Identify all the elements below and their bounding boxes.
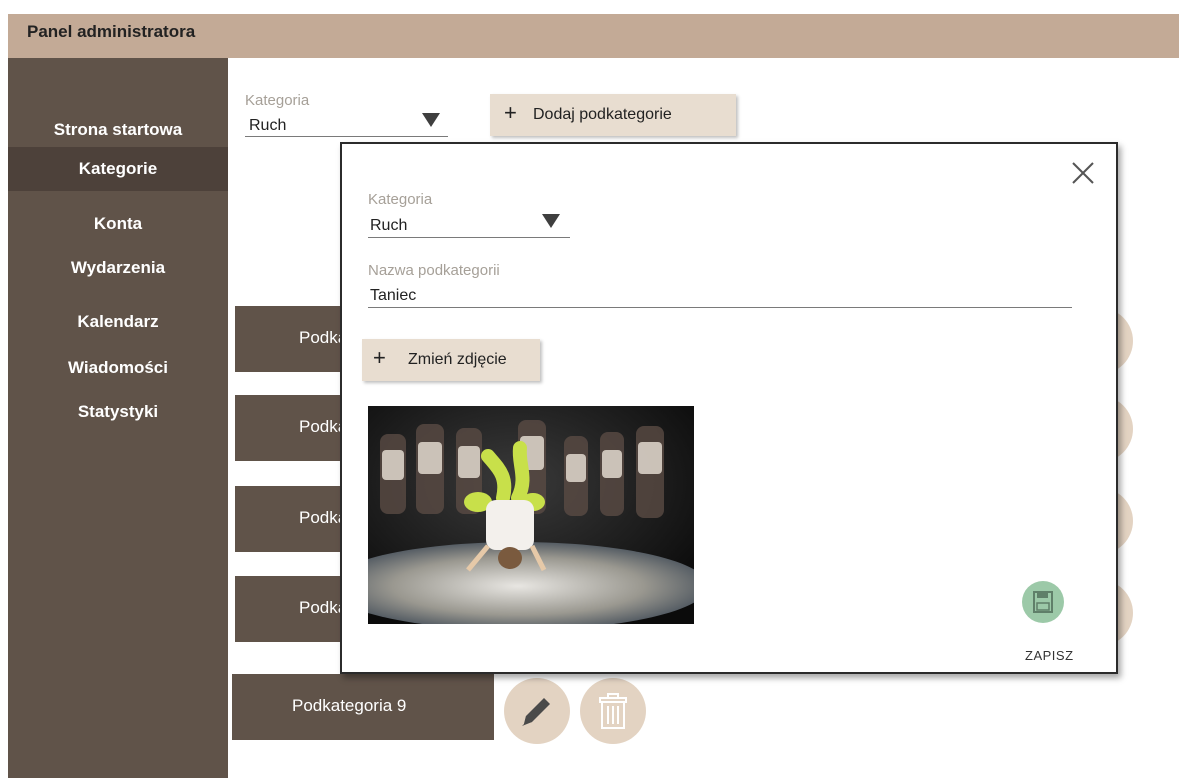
modal-category-value: Ruch	[370, 217, 408, 234]
category-filter-label: Kategoria	[245, 92, 310, 109]
category-filter-value: Ruch	[249, 117, 287, 134]
sidebar-item-messages[interactable]: Wiadomości	[8, 358, 228, 378]
change-photo-label: Zmień zdjęcie	[408, 351, 507, 368]
select-underline	[368, 237, 570, 238]
subcategory-row[interactable]: Podkategoria 9	[232, 674, 494, 740]
sidebar-item-events[interactable]: Wydarzenia	[8, 258, 228, 278]
add-subcategory-label: Dodaj podkategorie	[533, 106, 672, 123]
save-button[interactable]	[1022, 581, 1064, 623]
plus-icon: +	[373, 345, 386, 370]
subcategory-name-value: Taniec	[370, 287, 417, 304]
save-label: ZAPISZ	[1025, 648, 1074, 663]
sidebar-item-calendar[interactable]: Kalendarz	[8, 312, 228, 332]
edit-subcategory-modal: Kategoria Ruch Nazwa podkategorii Taniec…	[340, 142, 1118, 674]
sidebar-item-home[interactable]: Strona startowa	[8, 120, 228, 140]
select-underline	[245, 136, 448, 137]
delete-button[interactable]	[580, 678, 646, 744]
subcategory-name-label: Nazwa podkategorii	[368, 262, 500, 279]
sidebar-item-accounts[interactable]: Konta	[8, 214, 228, 234]
page-title: Panel administratora	[27, 22, 196, 41]
close-icon[interactable]	[1068, 158, 1098, 188]
floppy-disk-icon	[1033, 591, 1053, 613]
trash-icon	[599, 693, 627, 729]
chevron-down-icon	[422, 113, 440, 127]
chevron-down-icon	[542, 214, 560, 228]
change-photo-button[interactable]: + Zmień zdjęcie	[362, 339, 540, 381]
input-underline	[368, 307, 1072, 308]
sidebar-item-statistics[interactable]: Statystyki	[8, 402, 228, 422]
edit-button[interactable]	[504, 678, 570, 744]
subcategory-photo	[368, 406, 694, 624]
sidebar: Strona startowa Kategorie Konta Wydarzen…	[8, 58, 228, 778]
add-subcategory-button[interactable]: + Dodaj podkategorie	[490, 94, 736, 136]
modal-category-label: Kategoria	[368, 191, 433, 208]
pencil-icon	[522, 698, 550, 726]
sidebar-item-categories[interactable]: Kategorie	[8, 147, 228, 191]
plus-icon: +	[504, 100, 517, 125]
